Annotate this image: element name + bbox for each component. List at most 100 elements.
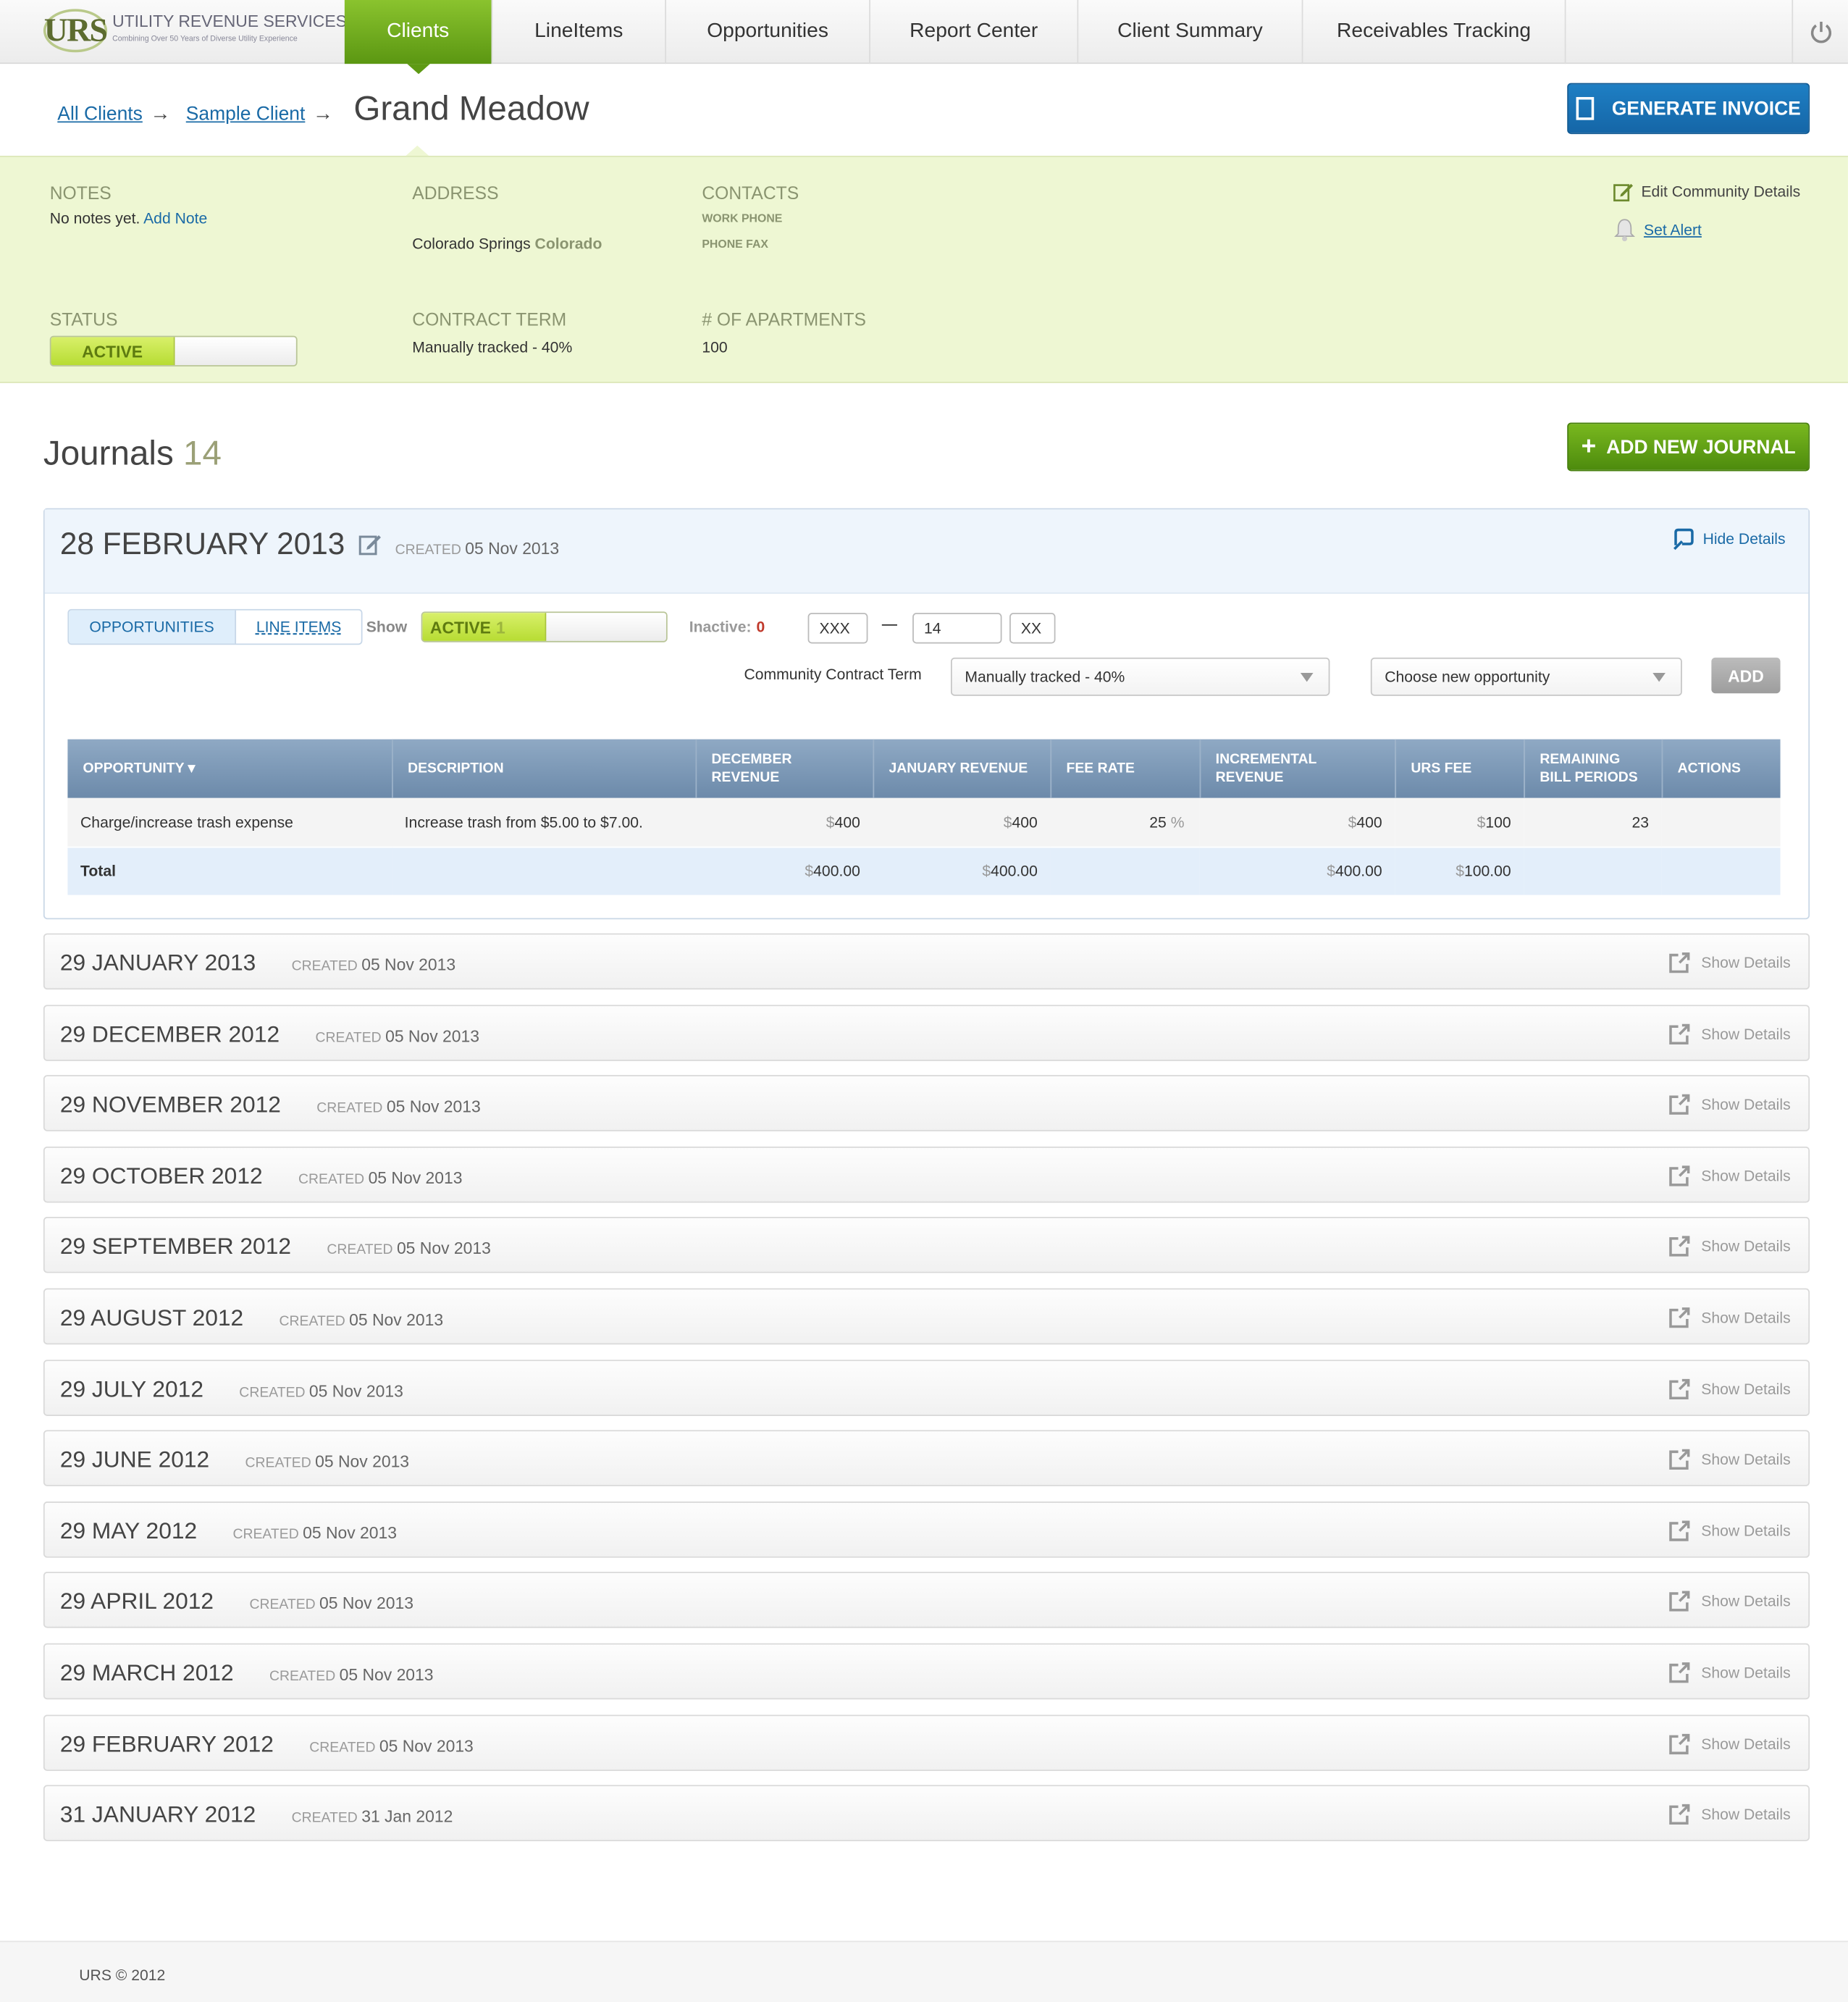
journal-row[interactable]: 29 APRIL 2012 CREATED 05 Nov 2013 Show Det… (43, 1572, 1810, 1629)
table-row[interactable]: Charge/increase trash expense Increase t… (67, 797, 1781, 847)
total-urs-fee-value: 100.00 (1463, 861, 1511, 880)
show-details-label: Show Details (1701, 1024, 1791, 1043)
range-dash (881, 624, 897, 626)
journal-row-title: 31 JANUARY 2012 CREATED 31 Jan 2012 (60, 1802, 453, 1829)
created-label: CREATED (315, 1029, 382, 1046)
journal-row[interactable]: 29 NOVEMBER 2012 CREATED 05 Nov 2013 Show … (43, 1075, 1810, 1132)
show-details-link[interactable]: Show Details (1668, 1164, 1791, 1187)
add-opportunity-button[interactable]: ADD (1711, 657, 1781, 694)
inactive-label: Inactive: (689, 618, 752, 636)
show-details-label: Show Details (1701, 1663, 1791, 1682)
inactive-filter[interactable]: Inactive: 0 (689, 618, 765, 636)
logo[interactable]: URS UTILITY REVENUE SERVICES Combining O… (43, 8, 347, 54)
filter-field-2[interactable]: 14 (912, 613, 1002, 644)
show-details-link[interactable]: Show Details (1668, 1022, 1791, 1045)
journal-row[interactable]: 29 AUGUST 2012 CREATED 05 Nov 2013 Show De… (43, 1288, 1810, 1345)
panel-notch (406, 145, 429, 156)
app-root: URS UTILITY REVENUE SERVICES Combining O… (0, 0, 1848, 2002)
add-new-journal-button[interactable]: + ADD NEW JOURNAL (1567, 422, 1810, 472)
power-button[interactable] (1792, 0, 1848, 64)
hide-details-link[interactable]: Hide Details (1672, 527, 1786, 550)
journal-row[interactable]: 29 DECEMBER 2012 CREATED 05 Nov 2013 Show … (43, 1004, 1810, 1061)
external-link-icon (1669, 1662, 1690, 1683)
show-details-link[interactable]: Show Details (1668, 1448, 1791, 1471)
created-date: 05 Nov 2013 (361, 955, 456, 975)
contract-term-select[interactable]: Manually tracked - 40% (950, 657, 1330, 696)
tab-receivables-tracking[interactable]: Receivables Tracking (1303, 0, 1566, 64)
created-date: 05 Nov 2013 (303, 1523, 398, 1543)
edit-community-details[interactable]: Edit Community Details (1613, 181, 1800, 202)
tab-opportunities-view[interactable]: OPPORTUNITIES (69, 610, 236, 644)
logo-tagline: Combining Over 50 Years of Diverse Utili… (112, 35, 298, 43)
journal-row-title: 29 SEPTEMBER 2012 CREATED 05 Nov 2013 (60, 1234, 491, 1261)
total-december: $400.00 (695, 846, 873, 896)
journal-row[interactable]: 29 MAY 2012 CREATED 05 Nov 2013 Show Detai… (43, 1501, 1810, 1558)
show-details-link[interactable]: Show Details (1668, 1661, 1791, 1684)
cell-fee-rate: 25 % (1050, 797, 1200, 847)
journal-row[interactable]: 31 JANUARY 2012 CREATED 31 Jan 2012 Show D… (43, 1785, 1810, 1842)
tab-line-items-view[interactable]: LINE ITEMS (236, 611, 362, 644)
show-details-link[interactable]: Show Details (1668, 1590, 1791, 1613)
journal-row[interactable]: 29 JANUARY 2013 CREATED 05 Nov 2013 Show D… (43, 933, 1810, 990)
journal-row[interactable]: 29 JULY 2012 CREATED 05 Nov 2013 Show Deta… (43, 1359, 1810, 1416)
status-active: ACTIVE (51, 337, 175, 366)
active-filter-toggle[interactable]: ACTIVE 1 (421, 611, 668, 642)
journal-row[interactable]: 29 JUNE 2012 CREATED 05 Nov 2013 Show Deta… (43, 1430, 1810, 1487)
cell-actions[interactable] (1661, 797, 1781, 847)
journal-row[interactable]: 29 SEPTEMBER 2012 CREATED 05 Nov 2013 Show… (43, 1217, 1810, 1274)
add-note-link[interactable]: Add Note (143, 209, 207, 227)
journal-date: 29 JANUARY 2013 (59, 950, 256, 976)
active-filter-label: ACTIVE (429, 617, 491, 637)
contacts-label: CONTACTS (702, 183, 799, 204)
opportunity-select-value: Choose new opportunity (1385, 667, 1550, 686)
filter-field-3[interactable]: XX (1009, 613, 1056, 644)
show-details-link[interactable]: Show Details (1668, 951, 1791, 974)
journal-row[interactable]: 29 MARCH 2012 CREATED 05 Nov 2013 Show Det… (43, 1643, 1810, 1700)
created-date: 05 Nov 2013 (379, 1735, 474, 1756)
tab-report-center[interactable]: Report Center (870, 0, 1079, 64)
opportunity-select[interactable]: Choose new opportunity (1370, 657, 1682, 696)
show-details-link[interactable]: Show Details (1668, 1306, 1791, 1329)
cell-description: Increase trash from $5.00 to $7.00. (392, 797, 696, 847)
external-link-icon (1669, 1733, 1690, 1754)
apartments-label: # OF APARTMENTS (702, 309, 867, 330)
set-alert[interactable]: Set Alert (1613, 217, 1801, 243)
journals-count: 14 (183, 434, 222, 473)
tab-opportunities[interactable]: Opportunities (666, 0, 870, 64)
show-details-link[interactable]: Show Details (1668, 1519, 1791, 1542)
created-stamp: CREATED 05 Nov 2013 (245, 1452, 410, 1471)
notes-label: NOTES (49, 183, 112, 204)
col-opportunity[interactable]: OPPORTUNITY ▾ (67, 739, 392, 798)
currency-symbol: $ (1327, 861, 1335, 880)
journal-row[interactable]: 29 FEBRUARY 2012 CREATED 05 Nov 2013 Show … (43, 1714, 1810, 1771)
journal-date-row: 28 FEBRUARY 2013 CREATED 05 Nov 2013 (60, 527, 559, 563)
created-stamp: CREATED 05 Nov 2013 (292, 955, 456, 974)
generate-invoice-button[interactable]: GENERATE INVOICE (1567, 83, 1810, 135)
filter-field-1[interactable]: XXX (807, 613, 868, 644)
show-details-label: Show Details (1701, 1095, 1791, 1114)
created-stamp: CREATED 05 Nov 2013 (309, 1736, 474, 1755)
tab-lineitems[interactable]: LineItems (492, 0, 666, 64)
show-details-link[interactable]: Show Details (1668, 1235, 1791, 1258)
show-details-link[interactable]: Show Details (1668, 1093, 1791, 1116)
set-alert-link[interactable]: Set Alert (1644, 221, 1702, 239)
created-stamp: CREATED 05 Nov 2013 (239, 1381, 403, 1400)
tab-client-summary[interactable]: Client Summary (1078, 0, 1303, 64)
breadcrumb-sample-client[interactable]: Sample Client (186, 104, 306, 125)
show-details-link[interactable]: Show Details (1668, 1803, 1791, 1826)
tab-clients[interactable]: Clients (344, 0, 493, 75)
journal-date: 29 DECEMBER 2012 (59, 1021, 280, 1047)
show-details-label: Show Details (1701, 1308, 1791, 1327)
status-toggle[interactable]: ACTIVE (49, 335, 298, 367)
add-new-journal-label: ADD NEW JOURNAL (1606, 435, 1796, 458)
total-urs-fee: $100.00 (1395, 846, 1524, 896)
show-details-link[interactable]: Show Details (1668, 1377, 1791, 1400)
edit-icon[interactable] (358, 532, 382, 556)
logo-mark: URS (43, 9, 108, 53)
logo-name: UTILITY REVENUE SERVICES (112, 11, 347, 31)
show-details-link[interactable]: Show Details (1668, 1732, 1791, 1755)
journal-row[interactable]: 29 OCTOBER 2012 CREATED 05 Nov 2013 Show D… (43, 1146, 1810, 1203)
created-label: CREATED (327, 1242, 393, 1259)
created-stamp: CREATED 05 Nov 2013 (269, 1665, 434, 1684)
breadcrumb-all-clients[interactable]: All Clients (57, 104, 143, 125)
